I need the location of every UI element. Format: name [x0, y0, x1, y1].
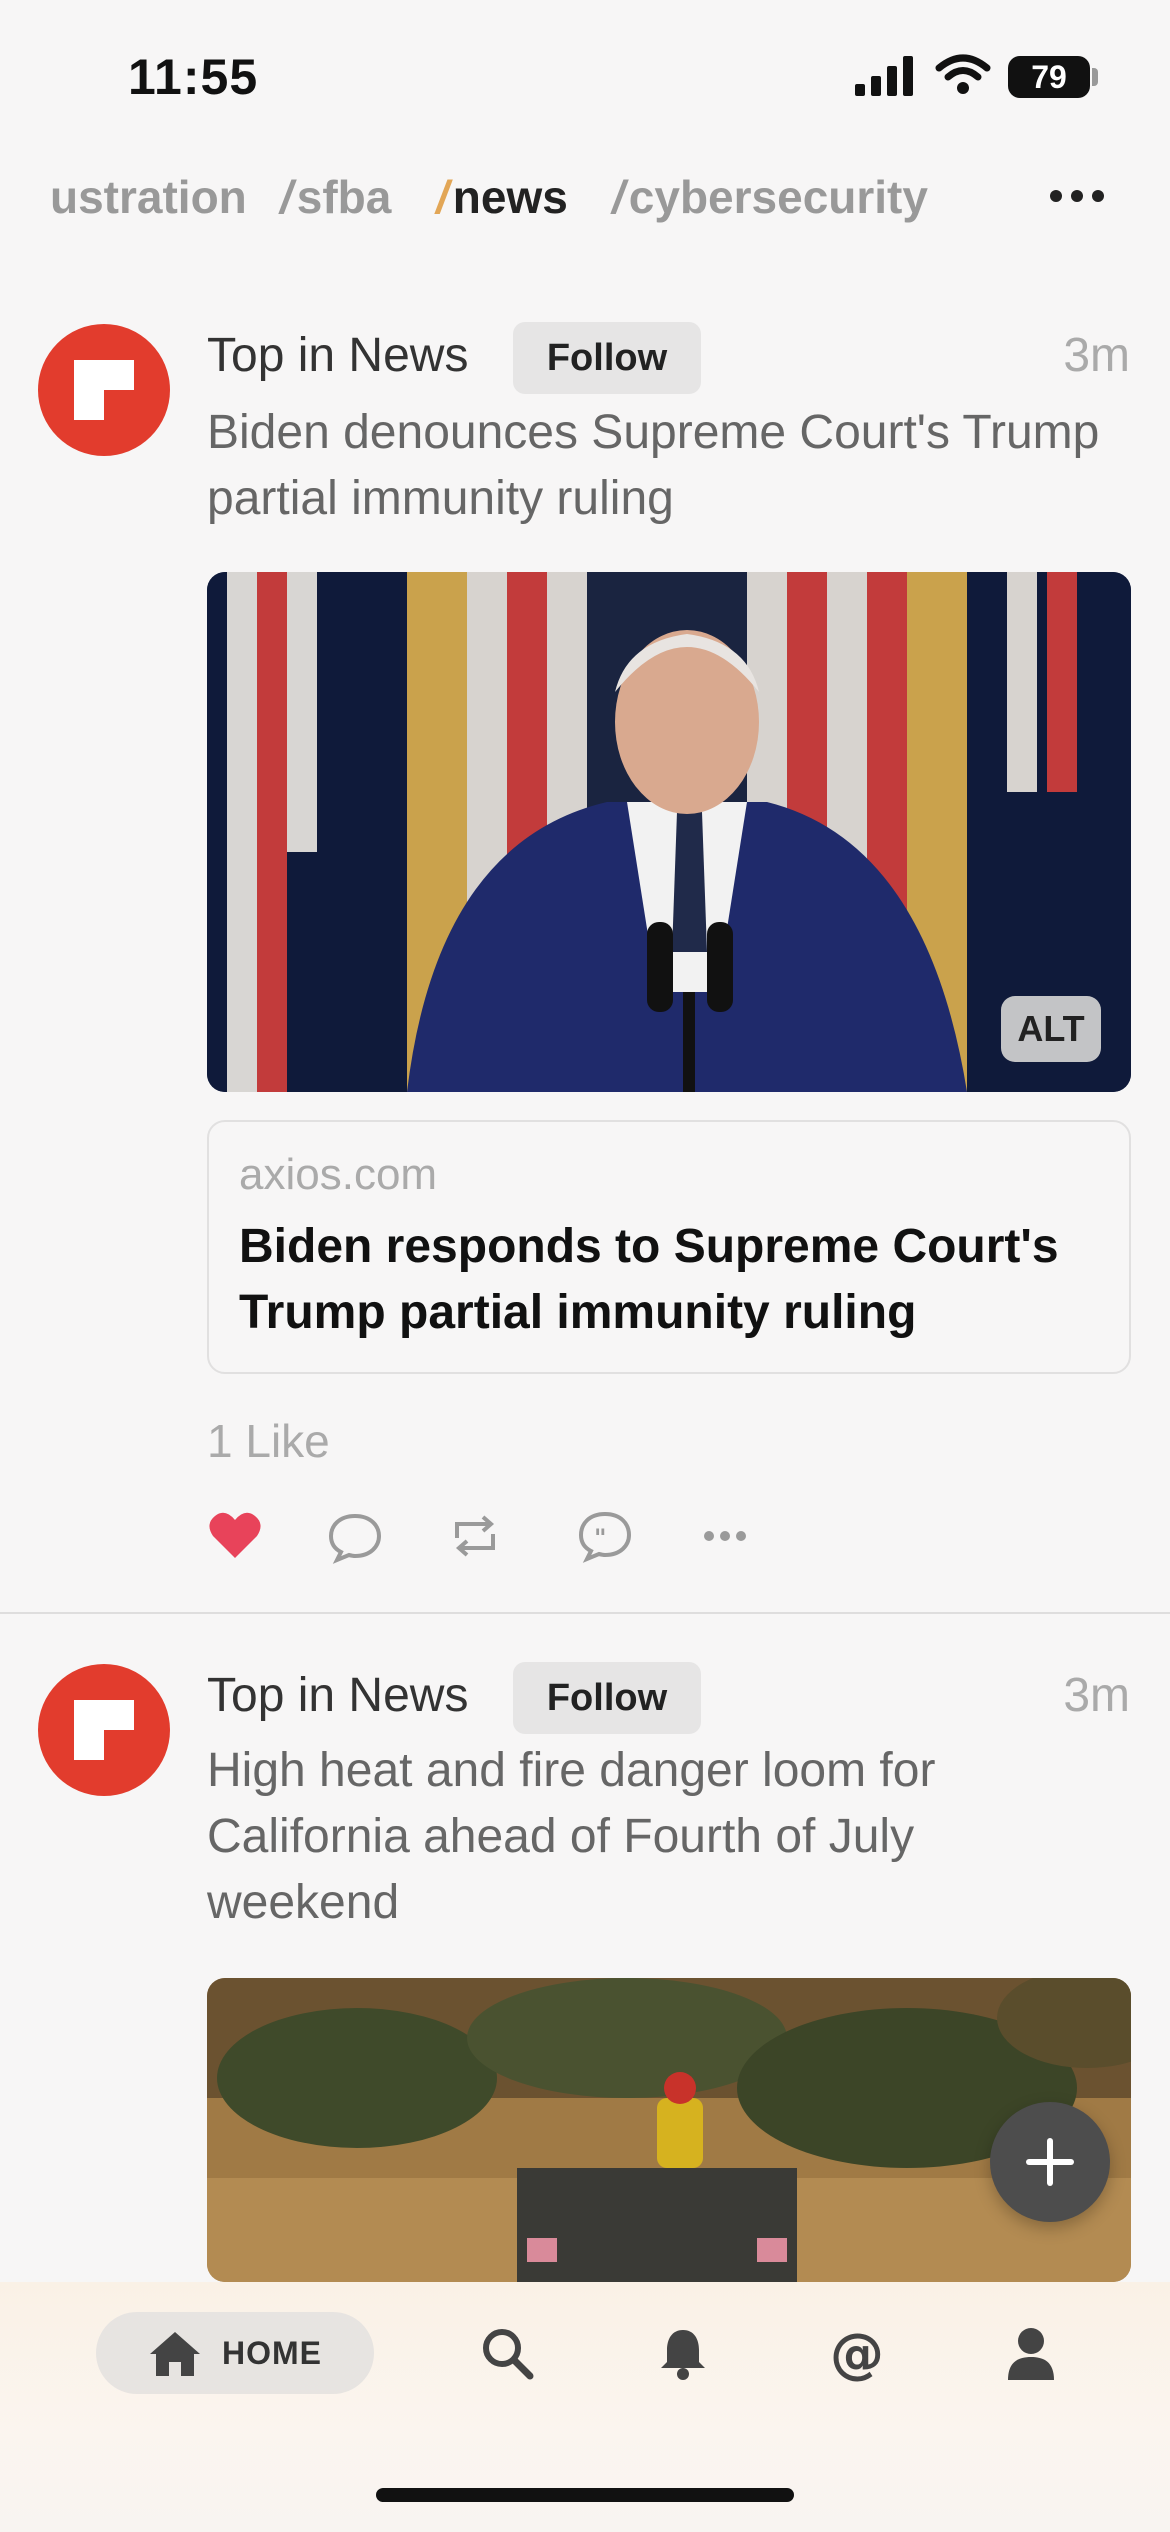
link-title: Biden responds to Supreme Court's Trump …: [239, 1220, 1059, 1339]
home-icon: [150, 2332, 200, 2376]
heart-icon[interactable]: [207, 1508, 263, 1564]
search-icon[interactable]: [478, 2324, 536, 2382]
flipboard-logo-avatar[interactable]: [38, 1664, 170, 1796]
tab-label: cybersecurity: [628, 171, 928, 223]
status-time: 11:55: [128, 49, 259, 105]
post-actions: ": [207, 1508, 767, 1568]
status-bar: 11:55 79: [0, 0, 1170, 150]
home-indicator: [376, 2488, 794, 2502]
post-time: 3m: [1063, 1669, 1130, 1722]
bell-icon[interactable]: [654, 2324, 712, 2382]
svg-text:@: @: [830, 2324, 884, 2382]
tab-label: ustration: [50, 171, 247, 223]
tab-news[interactable]: /news: [436, 170, 568, 224]
app-screen: 11:55 79 ustration /sfba /news /cybersec…: [0, 0, 1170, 2532]
post-time: 3m: [1063, 329, 1130, 382]
like-count[interactable]: 1 Like: [207, 1414, 330, 1468]
follow-button[interactable]: Follow: [513, 322, 701, 394]
link-domain: axios.com: [239, 1150, 438, 1199]
repost-icon[interactable]: [447, 1508, 503, 1564]
post-source[interactable]: Top in News: [207, 1668, 468, 1723]
tab-label: sfba: [296, 171, 392, 223]
comment-icon[interactable]: [327, 1508, 383, 1564]
link-preview-card[interactable]: axios.com Biden responds to Supreme Cour…: [207, 1120, 1131, 1374]
alt-text-button[interactable]: ALT: [1001, 996, 1101, 1062]
post-photo[interactable]: [207, 1978, 1131, 2282]
dot: [1050, 190, 1062, 202]
nav-home[interactable]: HOME: [96, 2312, 374, 2394]
more-options-button[interactable]: [1050, 190, 1104, 210]
dot: [1092, 190, 1104, 202]
profile-icon[interactable]: [1002, 2324, 1060, 2382]
press-conference-image: [207, 572, 1131, 1092]
tab-sfba[interactable]: /sfba: [280, 170, 391, 224]
compose-button[interactable]: [990, 2102, 1110, 2222]
flipboard-logo-avatar[interactable]: [38, 324, 170, 456]
feed-tab-strip: ustration /sfba /news /cybersecurity: [0, 170, 1170, 240]
tab-illustration[interactable]: ustration: [46, 170, 247, 224]
quote-icon[interactable]: ": [577, 1508, 633, 1564]
battery-indicator: 79: [1008, 56, 1090, 98]
post-source[interactable]: Top in News: [207, 328, 468, 383]
nav-home-label: HOME: [222, 2335, 322, 2371]
post-headline[interactable]: High heat and fire danger loom for Calif…: [207, 1738, 1107, 1936]
post-divider: [0, 1612, 1170, 1614]
tab-cybersecurity[interactable]: /cybersecurity: [612, 170, 928, 224]
post-photo[interactable]: ALT: [207, 572, 1131, 1092]
tab-label: news: [452, 171, 568, 223]
wifi-icon: [935, 54, 991, 94]
follow-button[interactable]: Follow: [513, 1662, 701, 1734]
cellular-signal-icon: [855, 56, 913, 96]
svg-text:": ": [594, 1524, 607, 1552]
post-headline[interactable]: Biden denounces Supreme Court's Trump pa…: [207, 400, 1107, 532]
wildfire-crew-image: [207, 1978, 1131, 2282]
mentions-icon[interactable]: @: [828, 2324, 886, 2382]
more-actions-icon[interactable]: [697, 1508, 753, 1564]
battery-tip: [1092, 68, 1098, 86]
dot: [1071, 190, 1083, 202]
